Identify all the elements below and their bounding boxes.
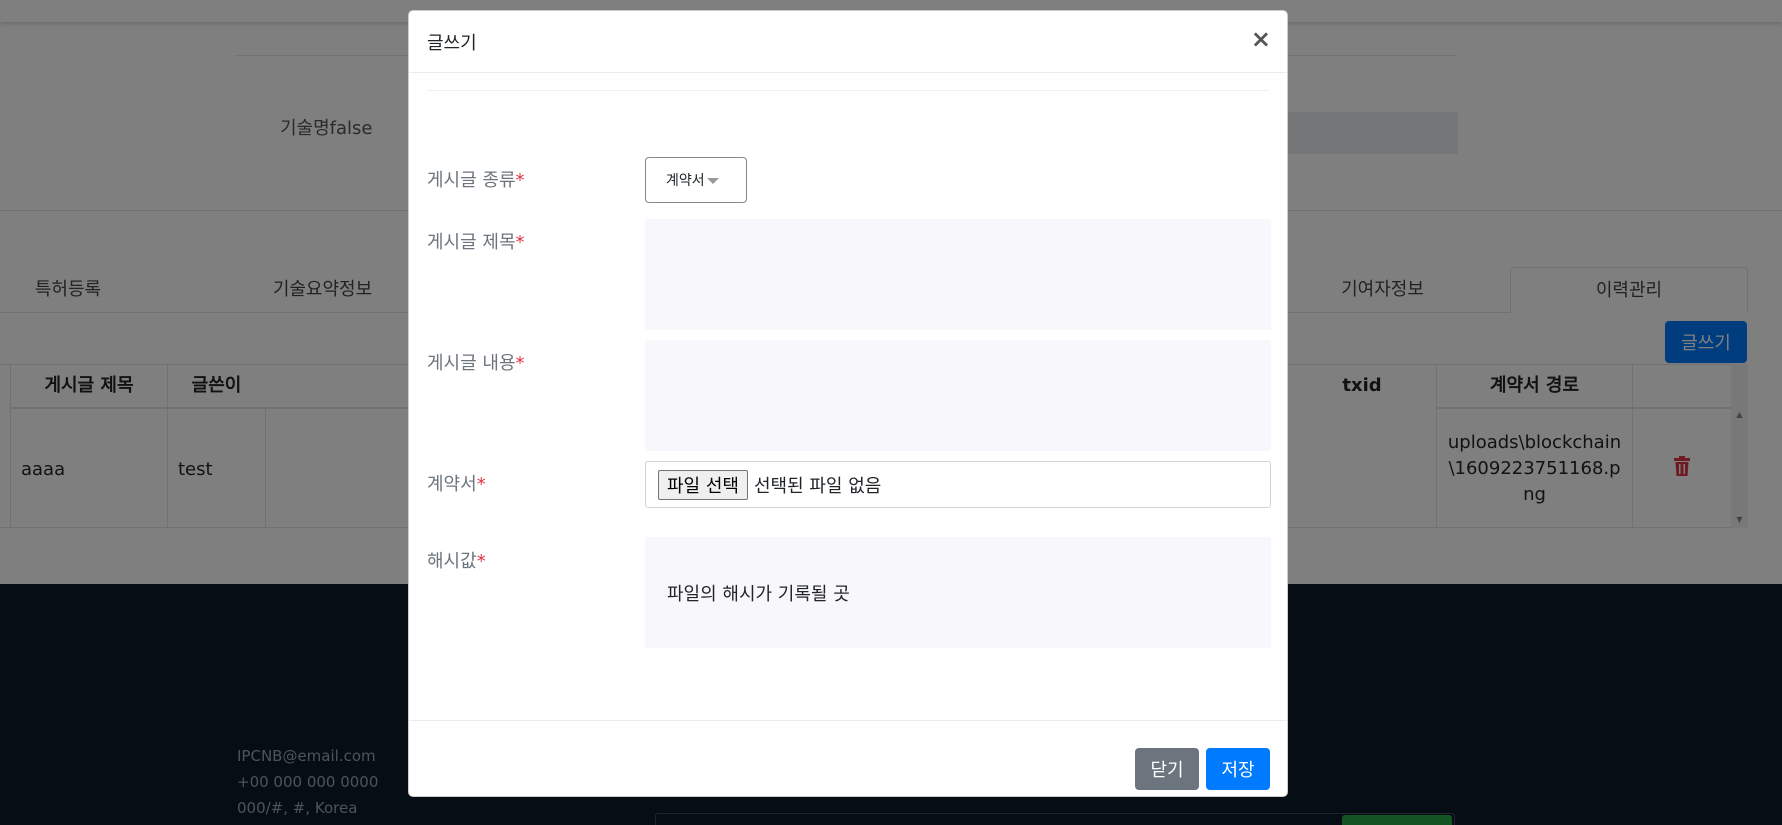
contract-label: 계약서* xyxy=(427,474,486,495)
hash-label: 해시값* xyxy=(427,551,486,572)
modal-header: 글쓰기 × xyxy=(409,11,1287,73)
post-content-label: 게시글 내용* xyxy=(427,353,525,374)
required-mark: * xyxy=(476,551,486,572)
hash-placeholder: 파일의 해시가 기록될 곳 xyxy=(667,583,850,605)
chevron-down-icon xyxy=(706,178,719,184)
modal-title: 글쓰기 xyxy=(427,33,477,54)
post-title-input[interactable] xyxy=(645,219,1271,330)
modal-footer: 닫기 저장 xyxy=(409,720,1287,796)
post-type-select[interactable]: 계약서 xyxy=(645,157,747,203)
required-mark: * xyxy=(515,232,525,253)
file-status: 선택된 파일 없음 xyxy=(753,475,882,497)
contract-file-input[interactable]: 파일 선택 선택된 파일 없음 xyxy=(645,461,1271,508)
hash-field: 파일의 해시가 기록될 곳 xyxy=(645,537,1271,648)
required-mark: * xyxy=(476,474,486,495)
post-type-label: 게시글 종류* xyxy=(427,170,525,191)
close-button[interactable]: 닫기 xyxy=(1135,748,1199,790)
close-icon[interactable]: × xyxy=(1251,27,1271,51)
required-mark: * xyxy=(515,170,525,191)
post-type-value: 계약서 xyxy=(666,173,705,189)
post-title-label: 게시글 제목* xyxy=(427,232,525,253)
choose-file-button[interactable]: 파일 선택 xyxy=(658,469,748,500)
write-post-modal: 글쓰기 × 게시글 종류* 계약서 게시글 제목* 게시글 내용* 계약서* 파… xyxy=(408,10,1288,797)
save-button[interactable]: 저장 xyxy=(1206,748,1270,790)
divider xyxy=(427,90,1269,91)
post-content-input[interactable] xyxy=(645,340,1271,451)
required-mark: * xyxy=(515,353,525,374)
